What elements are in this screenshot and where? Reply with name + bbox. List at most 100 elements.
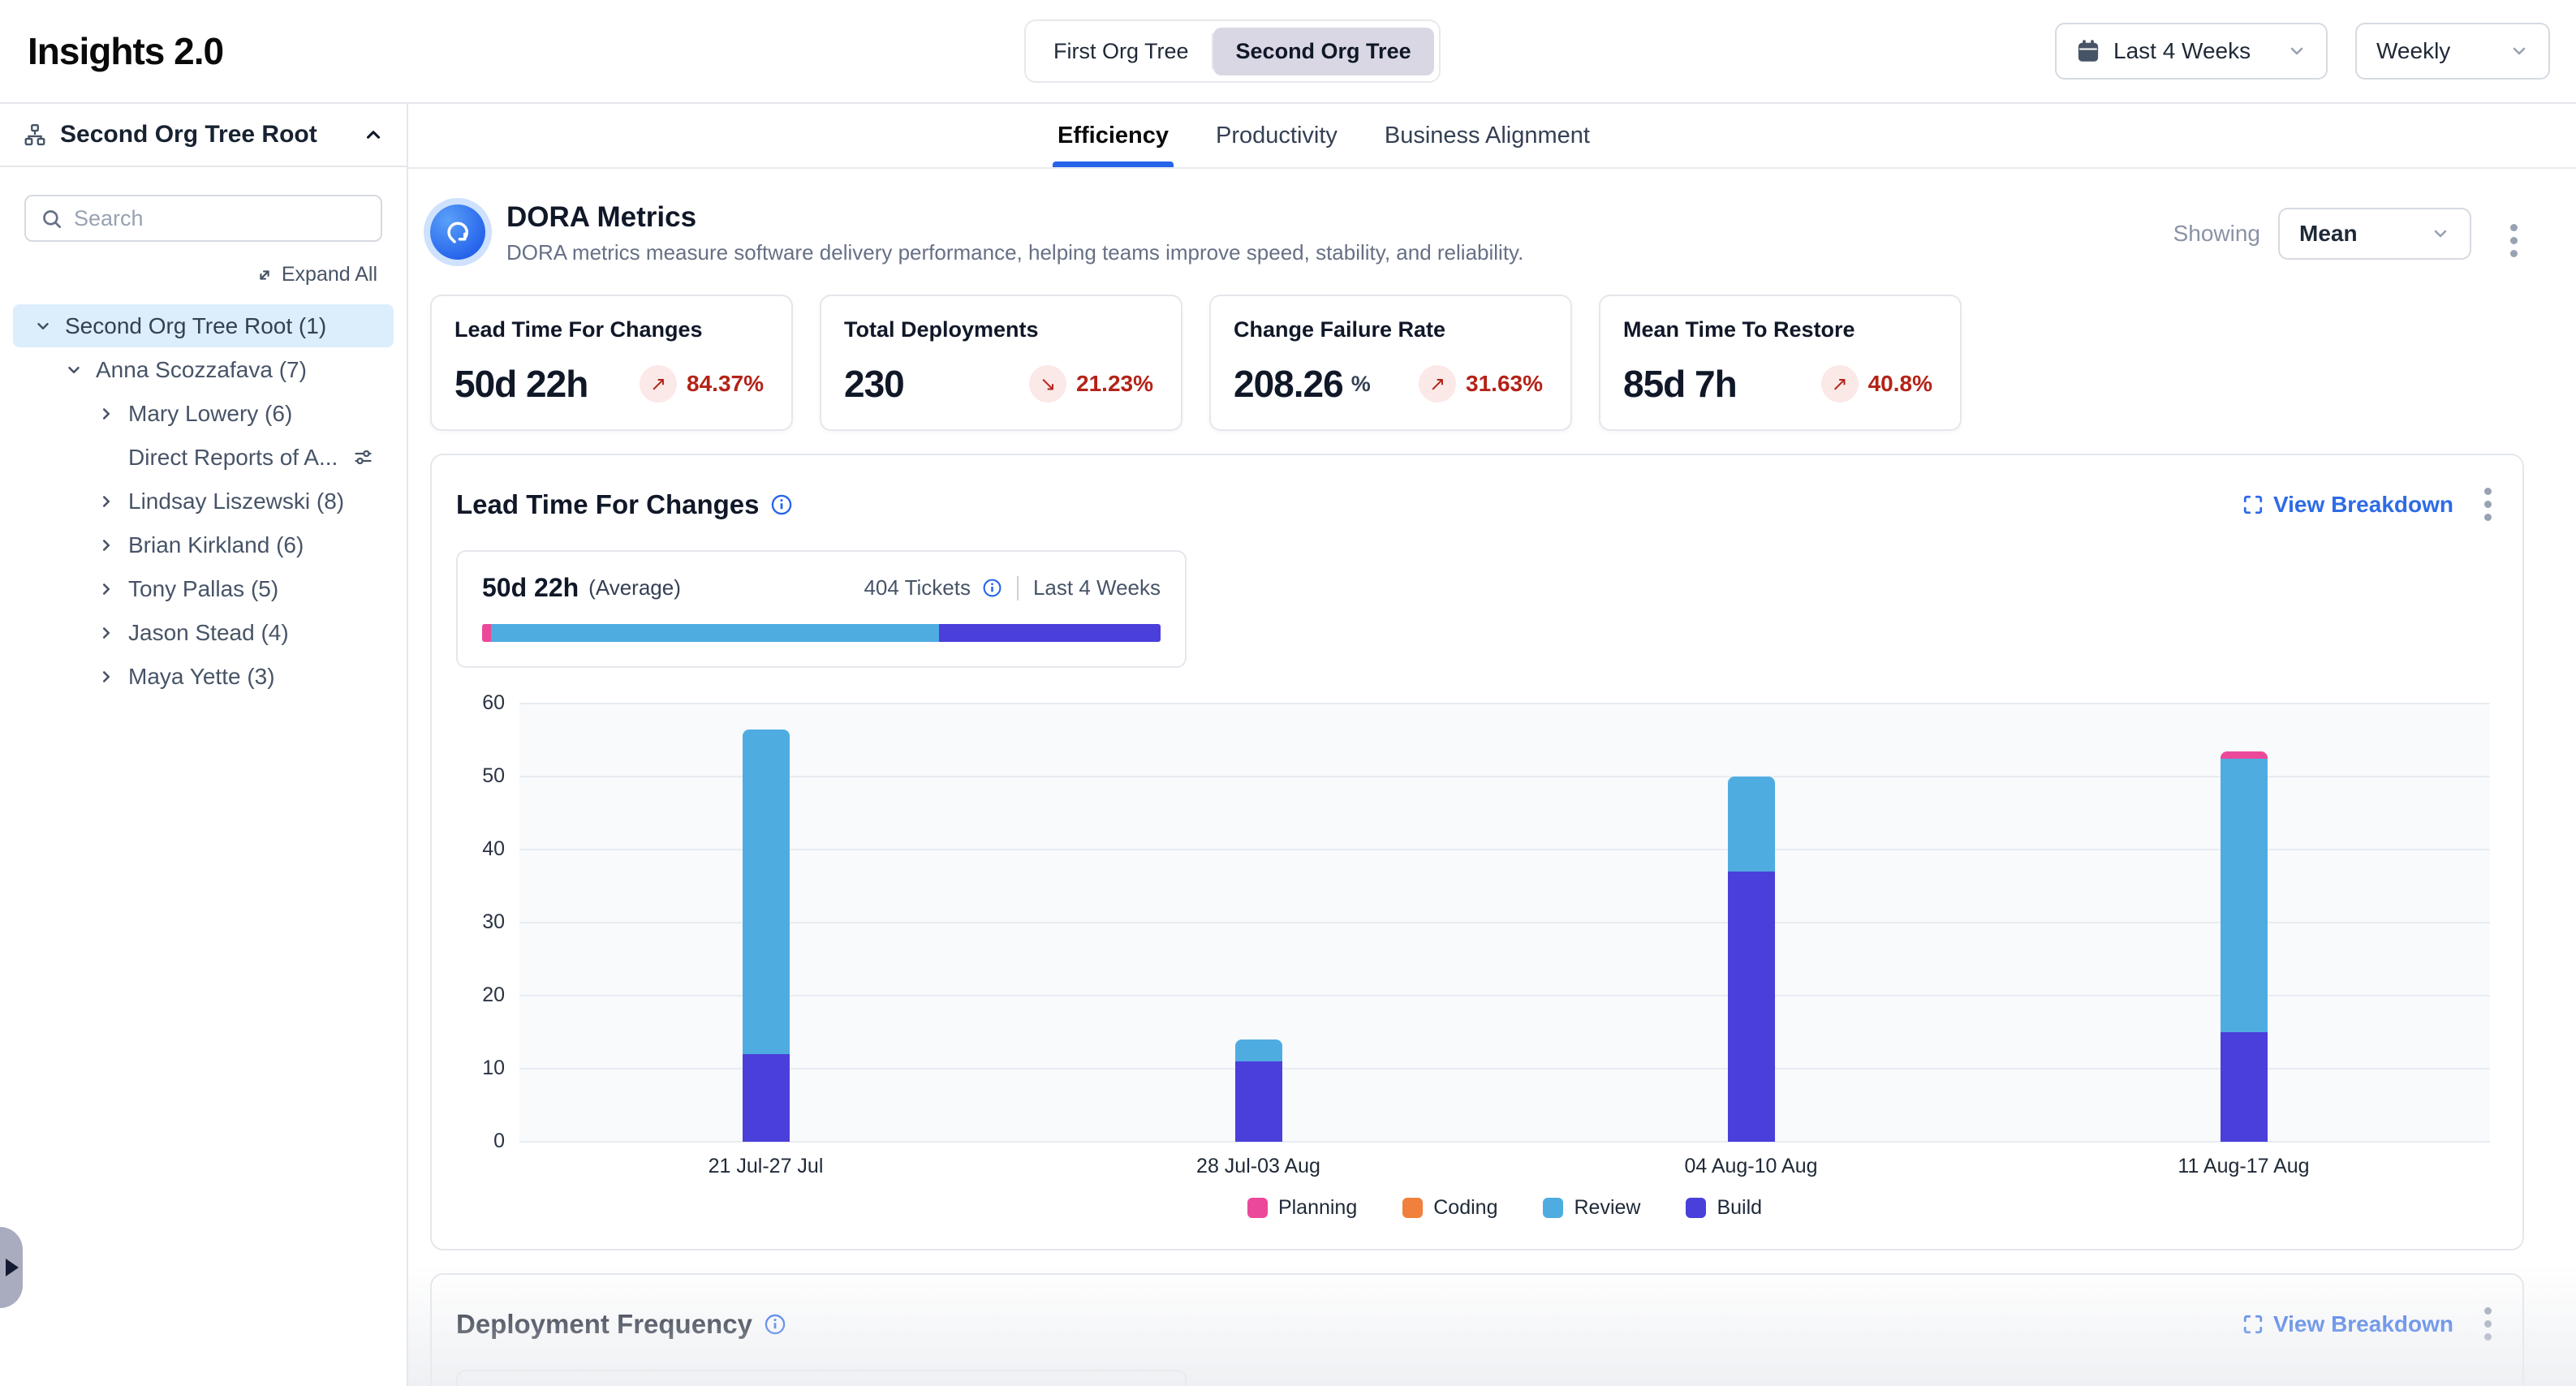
expand-all-button[interactable]: Expand All [0, 263, 377, 286]
view-breakdown-label: View Breakdown [2273, 492, 2453, 518]
stacked-bar[interactable] [1728, 777, 1775, 1142]
distribution-segment-planning[interactable] [482, 624, 491, 642]
tree-item[interactable]: Second Org Tree Root (1) [13, 304, 394, 347]
filter-sliders-icon[interactable] [352, 446, 374, 468]
sidebar-expand-handle[interactable] [0, 1227, 23, 1308]
trend-indicator: ↘21.23% [1029, 365, 1158, 402]
lead-time-panel: Lead Time For Changes View Breakdown [430, 454, 2524, 1250]
stage-distribution-bar [482, 624, 1161, 642]
bar-segment-build[interactable] [1728, 872, 1775, 1142]
view-breakdown-button[interactable]: View Breakdown [2242, 1311, 2453, 1337]
main-area: Efficiency Productivity Business Alignment… [408, 104, 2576, 1386]
chevron-right-icon[interactable] [96, 536, 117, 554]
trend-value: 21.23% [1076, 371, 1153, 397]
org-toggle-option[interactable]: Second Org Tree [1213, 28, 1434, 75]
tree-item-label: Tony Pallas (5) [128, 576, 278, 602]
metric-value: 50d 22h [454, 362, 588, 406]
info-icon[interactable] [764, 1313, 786, 1336]
sidebar-header[interactable]: Second Org Tree Root [0, 104, 407, 167]
tab-efficiency[interactable]: Efficiency [1058, 104, 1169, 167]
summary-period: Last 4 Weeks [1033, 575, 1161, 600]
divider [1017, 576, 1019, 600]
chevron-down-icon [2509, 41, 2529, 61]
bar-segment-review[interactable] [1728, 777, 1775, 872]
bar-segment-build[interactable] [1235, 1061, 1282, 1142]
chevron-right-icon[interactable] [96, 405, 117, 423]
tree-item[interactable]: Lindsay Liszewski (8) [13, 480, 394, 523]
insights-dashboard: Insights 2.0 First Org TreeSecond Org Tr… [0, 0, 2576, 1386]
x-axis-label: 28 Jul-03 Aug [1012, 1155, 1505, 1178]
y-axis-tick: 60 [458, 691, 505, 715]
info-icon[interactable] [770, 493, 793, 516]
chevron-right-icon[interactable] [96, 668, 117, 686]
view-breakdown-button[interactable]: View Breakdown [2242, 492, 2453, 518]
tree-item[interactable]: Mary Lowery (6) [13, 392, 394, 435]
granularity-select[interactable]: Weekly [2355, 23, 2550, 80]
chevron-up-icon[interactable] [363, 124, 384, 145]
lead-time-menu-button[interactable] [2478, 480, 2498, 529]
date-range-select[interactable]: Last 4 Weeks [2055, 23, 2328, 80]
top-header: Insights 2.0 First Org TreeSecond Org Tr… [0, 0, 2576, 104]
dora-metrics-header: DORA Metrics DORA metrics measure softwa… [430, 201, 2524, 265]
sidebar-root-label: Second Org Tree Root [60, 121, 350, 148]
metric-card-title: Change Failure Rate [1234, 317, 1548, 342]
dora-title: DORA Metrics [506, 201, 1523, 234]
chevron-right-icon[interactable] [96, 624, 117, 642]
metric-value: 85d 7h [1623, 362, 1737, 406]
info-icon[interactable] [982, 578, 1002, 598]
sidebar-search[interactable] [24, 195, 382, 242]
stacked-bar[interactable] [1235, 1040, 1282, 1142]
bar-segment-build[interactable] [743, 1054, 790, 1142]
tab-productivity[interactable]: Productivity [1216, 104, 1338, 167]
legend-item-review[interactable]: Review [1543, 1196, 1640, 1220]
lead-time-panel-header: Lead Time For Changes View Breakdown [456, 480, 2498, 529]
tree-item[interactable]: Brian Kirkland (6) [13, 523, 394, 566]
summary-meta: 404 Tickets Last 4 Weeks [864, 575, 1161, 600]
stacked-bar[interactable] [743, 730, 790, 1143]
tree-item-label: Lindsay Liszewski (8) [128, 489, 344, 514]
stacked-bar[interactable] [2221, 751, 2268, 1143]
expand-all-icon [256, 266, 274, 284]
aggregation-value: Mean [2299, 221, 2418, 247]
tree-item[interactable]: Anna Scozzafava (7) [13, 348, 394, 391]
metric-card-title: Total Deployments [844, 317, 1158, 342]
dora-menu-button[interactable] [2504, 216, 2524, 265]
search-input[interactable] [74, 206, 366, 231]
aggregation-select[interactable]: Mean [2278, 208, 2471, 260]
chevron-right-icon[interactable] [96, 493, 117, 510]
tab-business-alignment[interactable]: Business Alignment [1385, 104, 1590, 167]
deployment-menu-button[interactable] [2478, 1299, 2498, 1349]
tree-item[interactable]: Tony Pallas (5) [13, 567, 394, 610]
dora-subtitle: DORA metrics measure software delivery p… [506, 240, 1523, 265]
tree-item[interactable]: Maya Yette (3) [13, 655, 394, 698]
tree-item[interactable]: Jason Stead (4) [13, 611, 394, 654]
bar-segment-review[interactable] [1235, 1040, 1282, 1061]
metric-card-value-row: 85d 7h↗40.8% [1623, 362, 1937, 406]
summary-value: 50d 22h [482, 573, 579, 603]
bar-segment-build[interactable] [2221, 1032, 2268, 1142]
panel-actions: View Breakdown [2242, 1299, 2498, 1349]
bar-segment-planning[interactable] [2221, 751, 2268, 759]
distribution-segment-build[interactable] [939, 624, 1161, 642]
distribution-segment-review[interactable] [491, 624, 939, 642]
bar-segment-review[interactable] [2221, 759, 2268, 1033]
x-axis-label: 11 Aug-17 Aug [1997, 1155, 2490, 1178]
org-toggle-option[interactable]: First Org Tree [1031, 28, 1212, 75]
legend-item-planning[interactable]: Planning [1247, 1196, 1357, 1220]
legend-item-coding[interactable]: Coding [1402, 1196, 1497, 1220]
chevron-right-icon[interactable] [96, 580, 117, 598]
bar-segment-review[interactable] [743, 730, 790, 1055]
chart-bar-column [1997, 704, 2490, 1142]
tree-item[interactable]: Direct Reports of A... [13, 436, 394, 479]
chevron-down-icon[interactable] [32, 317, 54, 335]
deployment-summary-card [456, 1370, 1187, 1386]
calendar-icon [2076, 39, 2100, 63]
showing-control: Showing Mean [2173, 208, 2471, 260]
summary-qualifier: (Average) [588, 575, 681, 600]
legend-item-build[interactable]: Build [1686, 1196, 1762, 1220]
chevron-down-icon[interactable] [63, 361, 84, 379]
chart-legend: Planning Coding Review Build [519, 1196, 2490, 1220]
tree-item-label: Brian Kirkland (6) [128, 532, 304, 558]
tree-item-label: Mary Lowery (6) [128, 401, 292, 427]
tree-item-label: Jason Stead (4) [128, 620, 289, 646]
